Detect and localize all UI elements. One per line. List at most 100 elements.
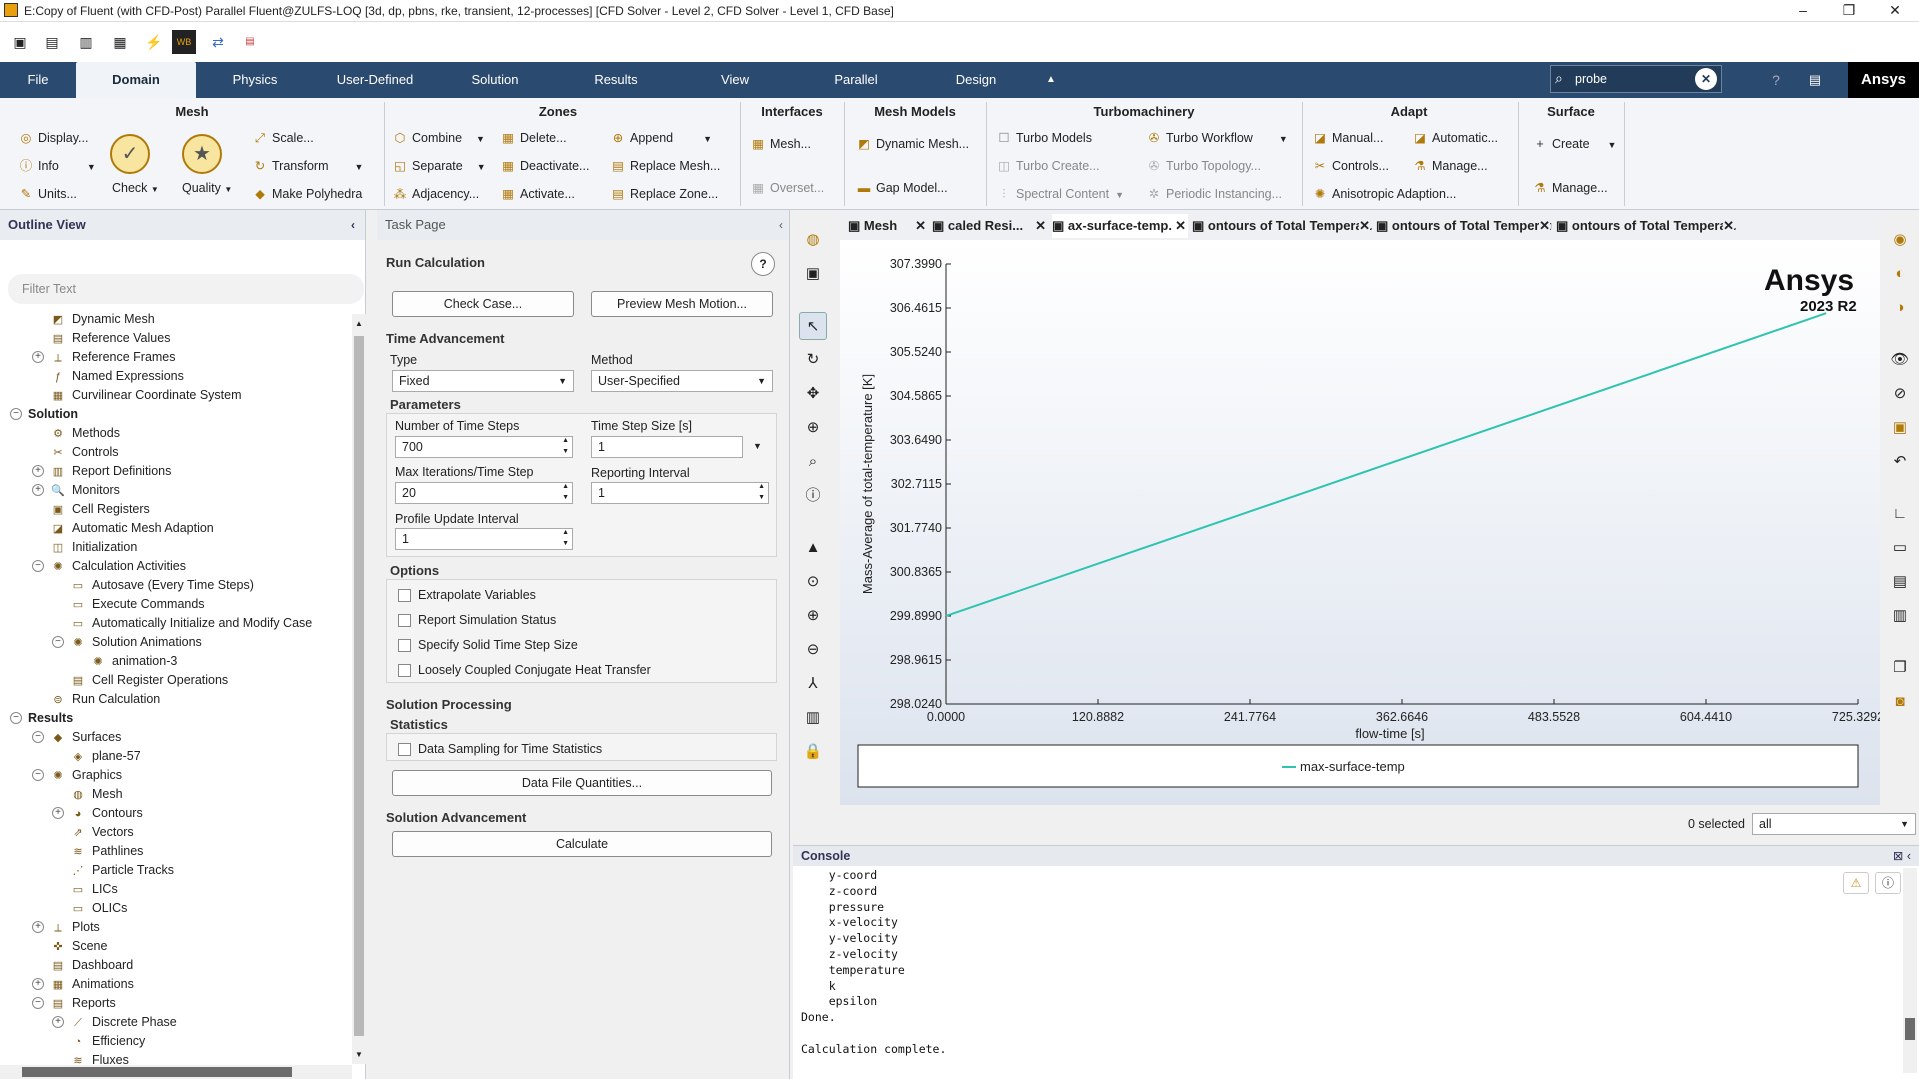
check-case-button[interactable]: Check Case... [392,291,574,317]
data-sampling-checkbox[interactable]: Data Sampling for Time Statistics [394,741,602,757]
menu-tab-design[interactable]: Design [926,62,1026,98]
legend-icon[interactable]: ▥ [1886,602,1914,630]
expand-icon[interactable]: + [32,921,44,933]
type-select[interactable]: Fixed ▼ [392,370,574,392]
loosely-coupled-cht-checkbox[interactable]: Loosely Coupled Conjugate Heat Transfer [394,662,651,678]
graphics-tab[interactable]: ▣ caled Resi... ✕ [932,214,1048,238]
spinner-icon[interactable]: ▲ ▼ [562,435,569,457]
mesh-info-button[interactable]: ⓘ Info ▼ [18,156,96,176]
tree-item[interactable]: ◩ Dynamic Mesh [50,310,155,329]
scrollbar-thumb[interactable] [22,1067,292,1077]
open-case-icon[interactable]: ▣ [10,32,30,52]
tree-item[interactable]: ▤ Cell Register Operations [70,671,228,690]
graphics-window[interactable]: 307.3990 306.4615 305.5240 304.5865 303.6490… [840,240,1884,805]
tree-item[interactable]: + ⟂ Plots [32,918,100,937]
close-window-button[interactable]: ✕ [1872,0,1918,22]
expand-icon[interactable]: + [52,807,64,819]
collapse-icon[interactable]: − [32,769,44,781]
tree-item[interactable]: ✂ Controls [50,443,118,462]
tree-item[interactable]: ◪ Automatic Mesh Adaption [50,519,214,538]
close-tab-icon[interactable]: ✕ [1035,214,1046,238]
zones-separate-button[interactable]: ◱ Separate ▼ [392,156,486,176]
collapse-icon[interactable]: − [32,560,44,572]
sync-icon[interactable]: ⇄ [208,32,228,52]
tree-item[interactable]: ▭ Automatically Initialize and Modify Cas… [70,614,312,633]
tree-item[interactable]: ◈ plane-57 [70,747,141,766]
tree-item[interactable]: ▣ Cell Registers [50,500,150,519]
anisotropic-adaption-button[interactable]: ✺ Anisotropic Adaption... [1312,184,1457,204]
extrapolate-variables-checkbox[interactable]: Extrapolate Variables [394,587,536,603]
axes-icon[interactable]: ⅄ [799,670,827,698]
tree-item[interactable]: + ◕ Contours [52,804,143,823]
undo-view-icon[interactable]: ↶ [1886,448,1914,476]
pan-icon[interactable]: ✥ [799,380,827,408]
graphics-tab[interactable]: ▣ ontours of Total Temperatu ✕ [1556,214,1736,238]
tree-item[interactable]: ⊜ Run Calculation [50,690,160,709]
tree-item[interactable]: − Results [10,709,73,728]
zones-append-button[interactable]: ⊕ Append ▼ [610,128,712,148]
iso-view-icon[interactable]: ◉ [1886,226,1914,254]
mesh-quality-button[interactable]: Quality ▼ [182,178,232,198]
tree-item[interactable]: + ⟂ Reference Frames [32,348,176,367]
zoom-out-icon[interactable]: ⊖ [799,636,827,664]
tree-item[interactable]: + ▥ Report Definitions [32,462,171,481]
dynamic-mesh-button[interactable]: ◩ Dynamic Mesh... [856,134,969,154]
graphics-tab[interactable]: ▣ ontours of Total Temperatu ✕ [1376,214,1552,238]
interfaces-mesh-button[interactable]: ▦ Mesh... [750,134,811,154]
tree-item[interactable]: ◔ Efficiency [70,1032,146,1051]
zoom-in-icon[interactable]: ⊕ [799,602,827,630]
tree-item[interactable]: ≋ Pathlines [70,842,143,861]
preview-mesh-motion-button[interactable]: Preview Mesh Motion... [591,291,773,317]
console-options-icon[interactable]: ⊠ ‹ [1893,846,1911,866]
number-of-time-steps-input[interactable]: 700 ▲ ▼ [395,436,573,458]
clear-search-icon[interactable]: ✕ [1695,68,1717,90]
close-tab-icon[interactable]: ✕ [1359,214,1370,238]
spectral-content-button[interactable]: ⫶ Spectral Content ▼ [996,184,1124,204]
close-tab-icon[interactable]: ✕ [915,214,926,238]
tree-item[interactable]: − ✺ Solution Animations [52,633,202,652]
tree-item[interactable]: − ◆ Surfaces [32,728,121,747]
turbo-create-button[interactable]: ◫ Turbo Create... [996,156,1100,176]
time-step-size-input[interactable]: 1 [591,436,743,458]
colormap-icon[interactable]: ▭ [1886,534,1914,562]
mesh-units-button[interactable]: ✎ Units... [18,184,77,204]
save-case-icon[interactable]: ▤ [42,32,62,52]
tree-item[interactable]: ◫ Initialization [50,538,138,557]
mesh-transform-button[interactable]: ↻ Transform ▼ [252,156,364,176]
lightning-icon[interactable]: ⚡ [144,32,164,52]
help-icon[interactable]: ? [1760,62,1792,98]
axes-view-icon[interactable]: ∟ [1886,500,1914,528]
collapse-panel-icon[interactable]: ‹ [779,210,783,240]
collapse-icon[interactable]: − [32,731,44,743]
surface-create-button[interactable]: + Create ▼ [1532,134,1616,154]
zoom-icon[interactable]: ⌕ [799,448,827,476]
replace-zone-button[interactable]: ▤ Replace Zone... [610,184,718,204]
help-icon[interactable]: ? [751,252,775,276]
expand-icon[interactable]: + [32,465,44,477]
turbo-workflow-button[interactable]: ✇ Turbo Workflow ▼ [1146,128,1288,148]
tree-item[interactable]: − ▤ Reports [32,994,116,1013]
spinner-icon[interactable]: ▲ ▼ [758,481,765,503]
console-log[interactable]: y-coord z-coord pressure x-velocity y-ve… [793,866,1919,1060]
tree-item[interactable]: ⋰ Particle Tracks [70,861,174,880]
turbo-models-checkbox[interactable]: ☐ Turbo Models [996,128,1092,148]
visibility-icon[interactable]: 👁 [1886,346,1914,374]
mesh-scale-button[interactable]: ⤢ Scale... [252,128,314,148]
tree-item[interactable]: ▭ LICs [70,880,118,899]
replace-mesh-button[interactable]: ▤ Replace Mesh... [610,156,720,176]
copy-icon[interactable]: ❐ [1886,654,1914,682]
spinner-icon[interactable]: ▲ ▼ [562,481,569,503]
close-tab-icon[interactable]: ✕ [1175,214,1186,238]
graphics-tab[interactable]: ▣ Mesh ✕ [848,214,928,238]
mesh-display-icon[interactable]: ◍ [799,226,827,254]
fit-to-window-icon[interactable]: ▲ [799,534,827,562]
tree-item[interactable]: ✺ animation-3 [90,652,177,671]
menu-tab-domain[interactable]: Domain [76,62,196,98]
tree-item[interactable]: + ▦ Animations [32,975,134,994]
tree-item[interactable]: ◍ Mesh [70,785,122,804]
front-view-icon[interactable]: ◐ [1886,260,1914,288]
reporting-interval-input[interactable]: 1 ▲ ▼ [591,482,769,504]
tree-item[interactable]: ▤ Reference Values [50,329,171,348]
zoom-box-icon[interactable]: ⊕ [799,414,827,442]
menu-tab-view[interactable]: View [685,62,785,98]
